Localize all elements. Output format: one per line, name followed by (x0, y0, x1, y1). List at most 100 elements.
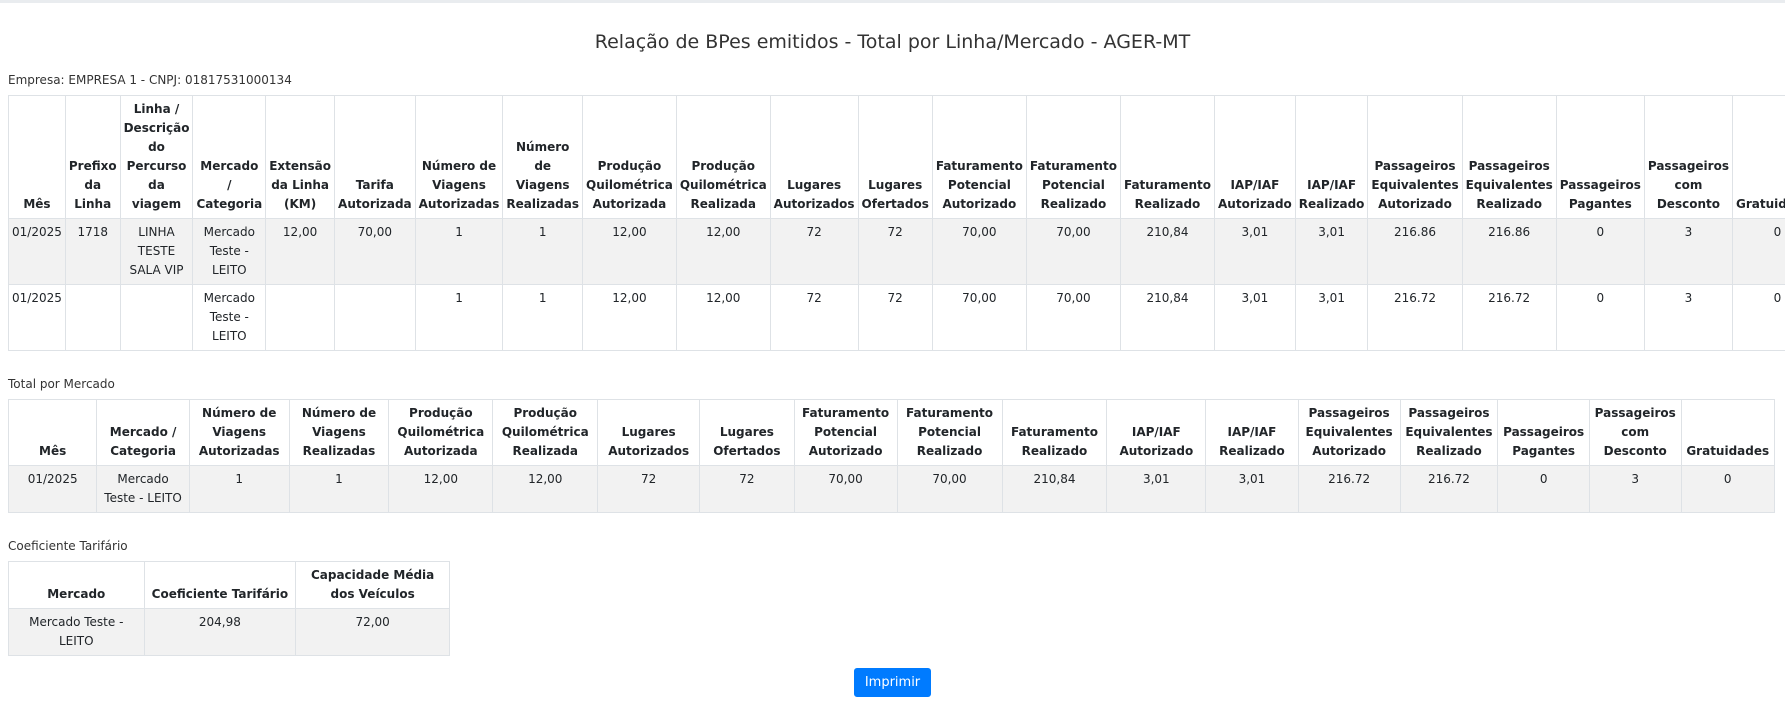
table-cell: 70,00 (334, 218, 416, 285)
column-header: Passageiros Equivalentes Realizado (1461, 95, 1557, 219)
table-row: 01/2025 Mercado Teste - LEITO 1 1 12,00 12,00… (8, 284, 1785, 351)
column-header: Prefixo da Linha (64, 95, 121, 219)
table-row: 01/2025 1718 LINHA TESTE SALA VIP Mercado T… (8, 218, 1785, 285)
table-cell: 0 (1680, 465, 1775, 513)
table-cell: 210,84 (1119, 284, 1216, 351)
column-header: Lugares Autorizados (597, 399, 701, 466)
column-header: Faturamento Potencial Realizado (1025, 95, 1121, 219)
column-header: Passageiros com Desconto (1588, 399, 1682, 466)
column-header: Tarifa Autorizada (334, 95, 416, 219)
table-cell: 01/2025 (8, 284, 66, 351)
table-cell: 72 (769, 284, 859, 351)
table-cell: 216.72 (1297, 465, 1401, 513)
table-cell: 70,00 (1025, 218, 1121, 285)
column-header: Faturamento Potencial Realizado (896, 399, 1003, 466)
table-cell: 204,98 (143, 608, 297, 656)
top-border (0, 0, 1785, 3)
table-cell: 1 (502, 284, 583, 351)
table-cell: 70,00 (896, 465, 1003, 513)
table-cell: 3,01 (1294, 284, 1369, 351)
print-button[interactable]: Imprimir (853, 668, 932, 697)
table-cell (64, 284, 121, 351)
column-header: IAP/IAF Realizado (1205, 399, 1299, 466)
table-cell: 3 (1588, 465, 1682, 513)
column-header: Linha / Descrição do Percurso da viagem (119, 95, 194, 219)
column-header: Coeficiente Tarifário (143, 561, 297, 609)
table-cell: 72 (857, 218, 933, 285)
empresa-label: Empresa: EMPRESA 1 - CNPJ: 0181753100013… (8, 73, 292, 87)
table-cell: 0 (1555, 218, 1645, 285)
table-cell: 70,00 (793, 465, 898, 513)
table-cell: 12,00 (675, 218, 771, 285)
column-header: Produção Quilométrica Realizada (675, 95, 771, 219)
table-cell: 12,00 (675, 284, 771, 351)
table-cell: Mercado Teste - LEITO (96, 465, 190, 513)
column-header: Faturamento Potencial Autorizado (931, 95, 1027, 219)
table-cell: 70,00 (931, 284, 1027, 351)
column-header: Número de Viagens Autorizadas (188, 399, 290, 466)
table-cell: 210,84 (1119, 218, 1216, 285)
table-cell: 216.86 (1367, 218, 1463, 285)
table-cell: 1718 (64, 218, 121, 285)
mercado-caption: Total por Mercado (8, 377, 115, 391)
column-header: Capacidade Média dos Veículos (295, 561, 450, 609)
table-cell: 0 (1497, 465, 1590, 513)
column-header: Mês (8, 95, 66, 219)
column-header: Gratuidades (1731, 95, 1785, 219)
table-cell: 72,00 (295, 608, 450, 656)
table-cell: 1 (502, 218, 583, 285)
coeficiente-caption: Coeficiente Tarifário (8, 539, 128, 553)
column-header: Produção Quilométrica Realizada (492, 399, 599, 466)
report-container: Relação de BPes emitidos - Total por Lin… (0, 31, 1785, 697)
table-cell: 12,00 (582, 218, 677, 285)
table-cell (265, 284, 336, 351)
table-cell: 3,01 (1205, 465, 1299, 513)
page-title: Relação de BPes emitidos - Total por Lin… (594, 31, 1191, 53)
column-header: Produção Quilométrica Autorizada (582, 95, 677, 219)
column-header: Mercado (8, 561, 145, 609)
table-cell: 12,00 (388, 465, 494, 513)
table-cell: 72 (699, 465, 795, 513)
table-cell: 3,01 (1294, 218, 1369, 285)
table-cell: 12,00 (265, 218, 336, 285)
column-header: Passageiros Pagantes (1555, 95, 1645, 219)
table-cell: 0 (1731, 218, 1785, 285)
table-cell: 72 (857, 284, 933, 351)
column-header: Mercado / Categoria (96, 399, 190, 466)
column-header: Lugares Autorizados (769, 95, 859, 219)
column-header: Passageiros Pagantes (1497, 399, 1590, 466)
table-cell: 3 (1643, 284, 1733, 351)
column-header: Faturamento Potencial Autorizado (793, 399, 898, 466)
column-header: Extensão da Linha (KM) (265, 95, 336, 219)
table-cell: 70,00 (1025, 284, 1121, 351)
column-header: Mercado / Categoria (192, 95, 267, 219)
table-cell: 216.72 (1461, 284, 1557, 351)
column-header: Passageiros com Desconto (1643, 95, 1733, 219)
table-cell: 70,00 (931, 218, 1027, 285)
table-cell: 210,84 (1001, 465, 1108, 513)
table-cell: 1 (188, 465, 290, 513)
linha-table: Mês Prefixo da Linha Linha / Descrição do … (8, 95, 1785, 351)
table-cell: Mercado Teste - LEITO (192, 218, 267, 285)
column-header: IAP/IAF Autorizado (1106, 399, 1207, 466)
table-header-row: Mês Mercado / Categoria Número de Viagens … (7, 399, 1775, 466)
table-cell: 1 (288, 465, 390, 513)
table-cell: Mercado Teste - LEITO (192, 284, 267, 351)
table-row: Mercado Teste - LEITO 204,98 72,00 (8, 608, 450, 656)
table-cell: LINHA TESTE SALA VIP (119, 218, 194, 285)
table-header-row: Mercado Coeficiente Tarifário Capacidade M… (8, 561, 450, 609)
column-header: IAP/IAF Realizado (1294, 95, 1369, 219)
table-cell: 0 (1731, 284, 1785, 351)
column-header: Lugares Ofertados (699, 399, 795, 466)
column-header: Faturamento Realizado (1119, 95, 1216, 219)
table-cell: 216.72 (1367, 284, 1463, 351)
table-cell: 12,00 (582, 284, 677, 351)
table-cell: 12,00 (492, 465, 599, 513)
table-cell: Mercado Teste - LEITO (8, 608, 145, 656)
table-cell: 0 (1555, 284, 1645, 351)
column-header: Número de Viagens Autorizadas (414, 95, 504, 219)
column-header: Passageiros Equivalentes Autorizado (1297, 399, 1401, 466)
column-header: Passageiros Equivalentes Autorizado (1367, 95, 1463, 219)
table-cell: 1 (414, 284, 504, 351)
column-header: Número de Viagens Realizadas (288, 399, 390, 466)
